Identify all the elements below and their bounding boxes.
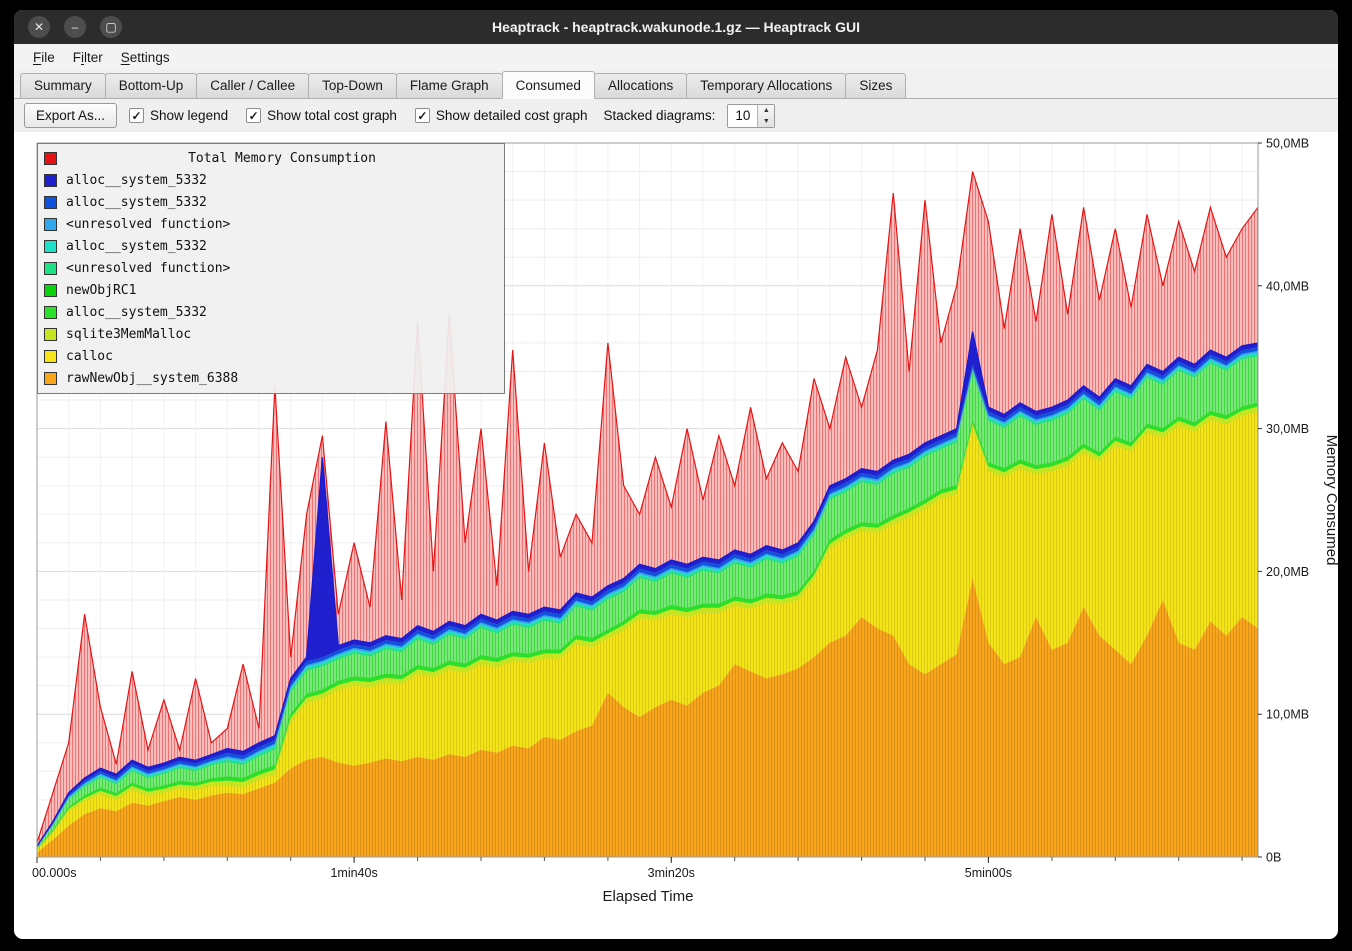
titlebar: ✕ – ▢ Heaptrack - heaptrack.wakunode.1.gz … bbox=[14, 10, 1338, 44]
legend-row-0: alloc__system_5332 bbox=[38, 169, 504, 191]
legend-swatch-icon bbox=[44, 152, 57, 165]
spin-up-button[interactable]: ▲ bbox=[758, 105, 774, 116]
tab-temporary-allocations[interactable]: Temporary Allocations bbox=[686, 73, 846, 98]
legend-row-8: calloc bbox=[38, 345, 504, 367]
spin-down-button[interactable]: ▼ bbox=[758, 116, 774, 127]
chart-legend: Total Memory Consumption alloc__system_53… bbox=[37, 143, 505, 394]
y-tick-label: 20,0MB bbox=[1266, 565, 1309, 579]
checkbox-label: Show total cost graph bbox=[267, 108, 397, 123]
x-tick-label: 5min00s bbox=[965, 866, 1012, 880]
tab-caller-callee[interactable]: Caller / Callee bbox=[196, 73, 309, 98]
stacked-diagrams-value: 10 bbox=[728, 105, 757, 127]
y-tick-label: 40,0MB bbox=[1266, 279, 1309, 293]
legend-swatch-icon bbox=[44, 218, 57, 231]
checkbox-show-detailed-cost-graph[interactable]: ✓ Show detailed cost graph bbox=[415, 108, 588, 123]
legend-row-6: alloc__system_5332 bbox=[38, 301, 504, 323]
minimize-icon: – bbox=[72, 21, 79, 33]
menu-item-settings[interactable]: Settings bbox=[112, 47, 179, 68]
legend-row-3: alloc__system_5332 bbox=[38, 235, 504, 257]
checkbox-icon: ✓ bbox=[415, 108, 430, 123]
checkbox-icon: ✓ bbox=[246, 108, 261, 123]
legend-swatch-icon bbox=[44, 328, 57, 341]
y-tick-label: 10,0MB bbox=[1266, 708, 1309, 722]
close-icon: ✕ bbox=[34, 21, 44, 33]
legend-row-1: alloc__system_5332 bbox=[38, 191, 504, 213]
checkbox-label: Show legend bbox=[150, 108, 228, 123]
tab-bottom-up[interactable]: Bottom-Up bbox=[105, 73, 198, 98]
checkbox-show-total-cost-graph[interactable]: ✓ Show total cost graph bbox=[246, 108, 397, 123]
y-tick-label: 30,0MB bbox=[1266, 422, 1309, 436]
checkbox-show-legend[interactable]: ✓ Show legend bbox=[129, 108, 228, 123]
stacked-diagrams-spinbox[interactable]: 10 ▲▼ bbox=[727, 104, 775, 128]
legend-label: calloc bbox=[66, 349, 113, 364]
legend-swatch-icon bbox=[44, 284, 57, 297]
legend-label: <unresolved function> bbox=[66, 261, 230, 276]
legend-label: alloc__system_5332 bbox=[66, 173, 207, 188]
window-controls: ✕ – ▢ bbox=[28, 16, 122, 38]
legend-label: alloc__system_5332 bbox=[66, 239, 207, 254]
legend-row-4: <unresolved function> bbox=[38, 257, 504, 279]
export-as-button[interactable]: Export As... bbox=[24, 103, 117, 128]
chart-region: 00.000s 1min40s 3min20s 5min00s 0B 10,0MB 20,0… bbox=[14, 132, 1338, 939]
close-button[interactable]: ✕ bbox=[28, 16, 50, 38]
y-tick-label: 50,0MB bbox=[1266, 137, 1309, 151]
legend-swatch-icon bbox=[44, 174, 57, 187]
tab-sizes[interactable]: Sizes bbox=[845, 73, 906, 98]
legend-label: alloc__system_5332 bbox=[66, 305, 207, 320]
x-axis-title: Elapsed Time bbox=[603, 888, 694, 905]
legend-row-7: sqlite3MemMalloc bbox=[38, 323, 504, 345]
toolbar: Export As... ✓ Show legend ✓ Show total cos… bbox=[14, 99, 1338, 132]
legend-swatch-icon bbox=[44, 196, 57, 209]
legend-swatch-icon bbox=[44, 240, 57, 253]
legend-row-9: rawNewObj__system_6388 bbox=[38, 367, 504, 389]
legend-row-5: newObjRC1 bbox=[38, 279, 504, 301]
spinbox-arrows: ▲▼ bbox=[757, 105, 774, 127]
legend-swatch-icon bbox=[44, 372, 57, 385]
y-axis-title: Memory Consumed bbox=[1323, 435, 1338, 566]
checkbox-icon: ✓ bbox=[129, 108, 144, 123]
x-tick-label: 3min20s bbox=[648, 866, 695, 880]
legend-label: alloc__system_5332 bbox=[66, 195, 207, 210]
legend-label: sqlite3MemMalloc bbox=[66, 327, 191, 342]
tab-allocations[interactable]: Allocations bbox=[594, 73, 687, 98]
legend-label: <unresolved function> bbox=[66, 217, 230, 232]
checkbox-group: ✓ Show legend ✓ Show total cost graph ✓ Show … bbox=[129, 108, 588, 123]
heaptrack-window: ✕ – ▢ Heaptrack - heaptrack.wakunode.1.gz … bbox=[14, 10, 1338, 939]
tab-bar: SummaryBottom-UpCaller / CalleeTop-DownF… bbox=[14, 70, 1338, 99]
minimize-button[interactable]: – bbox=[64, 16, 86, 38]
tab-consumed[interactable]: Consumed bbox=[502, 71, 595, 99]
x-tick-label: 00.000s bbox=[32, 866, 76, 880]
legend-swatch-icon bbox=[44, 350, 57, 363]
y-tick-label: 0B bbox=[1266, 851, 1281, 865]
legend-label: newObjRC1 bbox=[66, 283, 136, 298]
menu-item-file[interactable]: File bbox=[24, 47, 64, 68]
tab-top-down[interactable]: Top-Down bbox=[308, 73, 397, 98]
menu-item-filter[interactable]: Filter bbox=[64, 47, 112, 68]
menu-bar: FileFilterSettings bbox=[14, 44, 1338, 70]
legend-label: rawNewObj__system_6388 bbox=[66, 371, 238, 386]
stacked-diagrams-label: Stacked diagrams: bbox=[604, 108, 716, 123]
x-tick-label: 1min40s bbox=[330, 866, 377, 880]
tab-summary[interactable]: Summary bbox=[20, 73, 106, 98]
legend-title-row: Total Memory Consumption bbox=[38, 147, 504, 169]
legend-row-2: <unresolved function> bbox=[38, 213, 504, 235]
legend-swatch-icon bbox=[44, 306, 57, 319]
legend-label: Total Memory Consumption bbox=[66, 151, 498, 166]
maximize-button[interactable]: ▢ bbox=[100, 16, 122, 38]
window-title: Heaptrack - heaptrack.wakunode.1.gz — He… bbox=[14, 19, 1338, 35]
legend-swatch-icon bbox=[44, 262, 57, 275]
tab-flame-graph[interactable]: Flame Graph bbox=[396, 73, 503, 98]
maximize-icon: ▢ bbox=[105, 21, 116, 33]
checkbox-label: Show detailed cost graph bbox=[436, 108, 588, 123]
